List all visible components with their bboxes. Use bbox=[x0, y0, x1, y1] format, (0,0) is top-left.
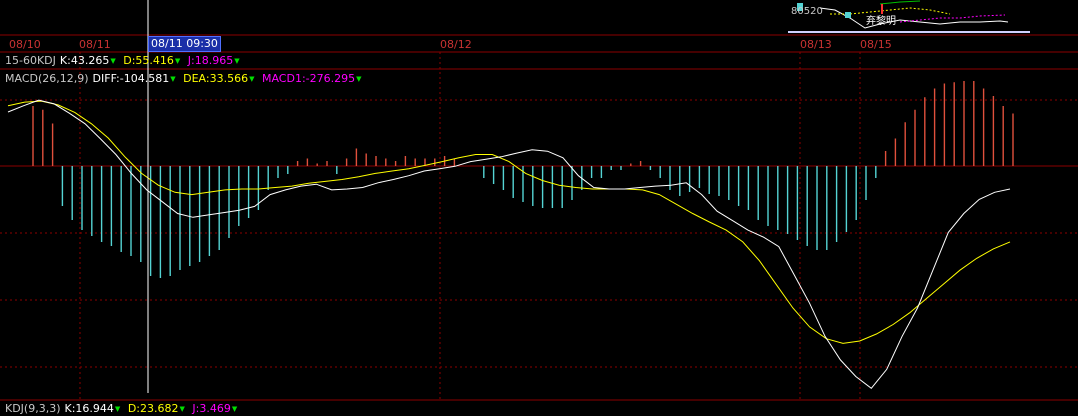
macd-readout[interactable]: MACD(26,12,9) DIFF:-104.581▼ DEA:33.566▼ … bbox=[5, 72, 366, 86]
date-label-0815: 08/15 bbox=[860, 38, 892, 51]
mini-green-line bbox=[879, 0, 921, 5]
mini-panel-value: 80520 bbox=[791, 6, 823, 17]
mini-overview-panel[interactable] bbox=[788, 0, 1030, 33]
chart-root: 80520 弃黎明 08/10 08/11 08/12 08/13 08/15 … bbox=[0, 0, 1078, 416]
kdj-d-trend-down-icon: ▼ bbox=[179, 405, 185, 413]
date-label-0811: 08/11 bbox=[79, 38, 111, 51]
date-label-0810: 08/10 bbox=[9, 38, 41, 51]
grid-layer bbox=[0, 34, 1078, 401]
macd-dea: DEA:33.566 bbox=[183, 72, 249, 85]
kdj-15-60-d: D:55.416 bbox=[123, 54, 174, 67]
kdj-bottom-k: K:16.944 bbox=[64, 402, 114, 415]
macd-name: MACD(26,12,9) bbox=[5, 72, 89, 85]
date-label-0813: 08/13 bbox=[800, 38, 832, 51]
macd-macd1: MACD1:-276.295 bbox=[261, 72, 356, 85]
mini-panel-tag: 弃黎明 bbox=[866, 16, 896, 27]
mini-magenta-line bbox=[899, 14, 1006, 23]
kdj-bottom-j: J:3.469 bbox=[192, 402, 231, 415]
d-trend-down-icon: ▼ bbox=[174, 57, 181, 65]
kdj-bottom-d: D:23.682 bbox=[127, 402, 179, 415]
macd1-trend-down-icon: ▼ bbox=[356, 75, 362, 83]
date-label-0812: 08/12 bbox=[440, 38, 472, 51]
kdj-bottom-name: KDJ(9,3,3) bbox=[5, 402, 61, 415]
kdj-k-trend-down-icon: ▼ bbox=[114, 405, 121, 413]
diff-trend-down-icon: ▼ bbox=[170, 75, 176, 83]
kdj-15-60-k: K:43.265 bbox=[59, 54, 110, 67]
kdj-j-trend-down-icon: ▼ bbox=[231, 405, 238, 413]
kdj-bottom-readout[interactable]: KDJ(9,3,3) K:16.944▼ D:23.682▼ J:3.469▼ bbox=[5, 402, 241, 416]
crosshair-time-label: 08/11 09:30 bbox=[148, 36, 221, 52]
macd-histogram bbox=[32, 81, 1014, 278]
mini-marker-cyan-2 bbox=[845, 12, 851, 18]
macd-diff: DIFF:-104.581 bbox=[92, 72, 170, 85]
kdj-15-60-readout[interactable]: 15-60KDJ K:43.265▼ D:55.416▼ J:18.965▼ bbox=[5, 54, 244, 68]
k-trend-down-icon: ▼ bbox=[110, 57, 116, 65]
kdj-15-60-j: J:18.965 bbox=[187, 54, 234, 67]
kdj-15-60-name: 15-60KDJ bbox=[5, 54, 56, 67]
dea-trend-down-icon: ▼ bbox=[249, 75, 255, 83]
j-trend-down-icon: ▼ bbox=[234, 57, 240, 65]
